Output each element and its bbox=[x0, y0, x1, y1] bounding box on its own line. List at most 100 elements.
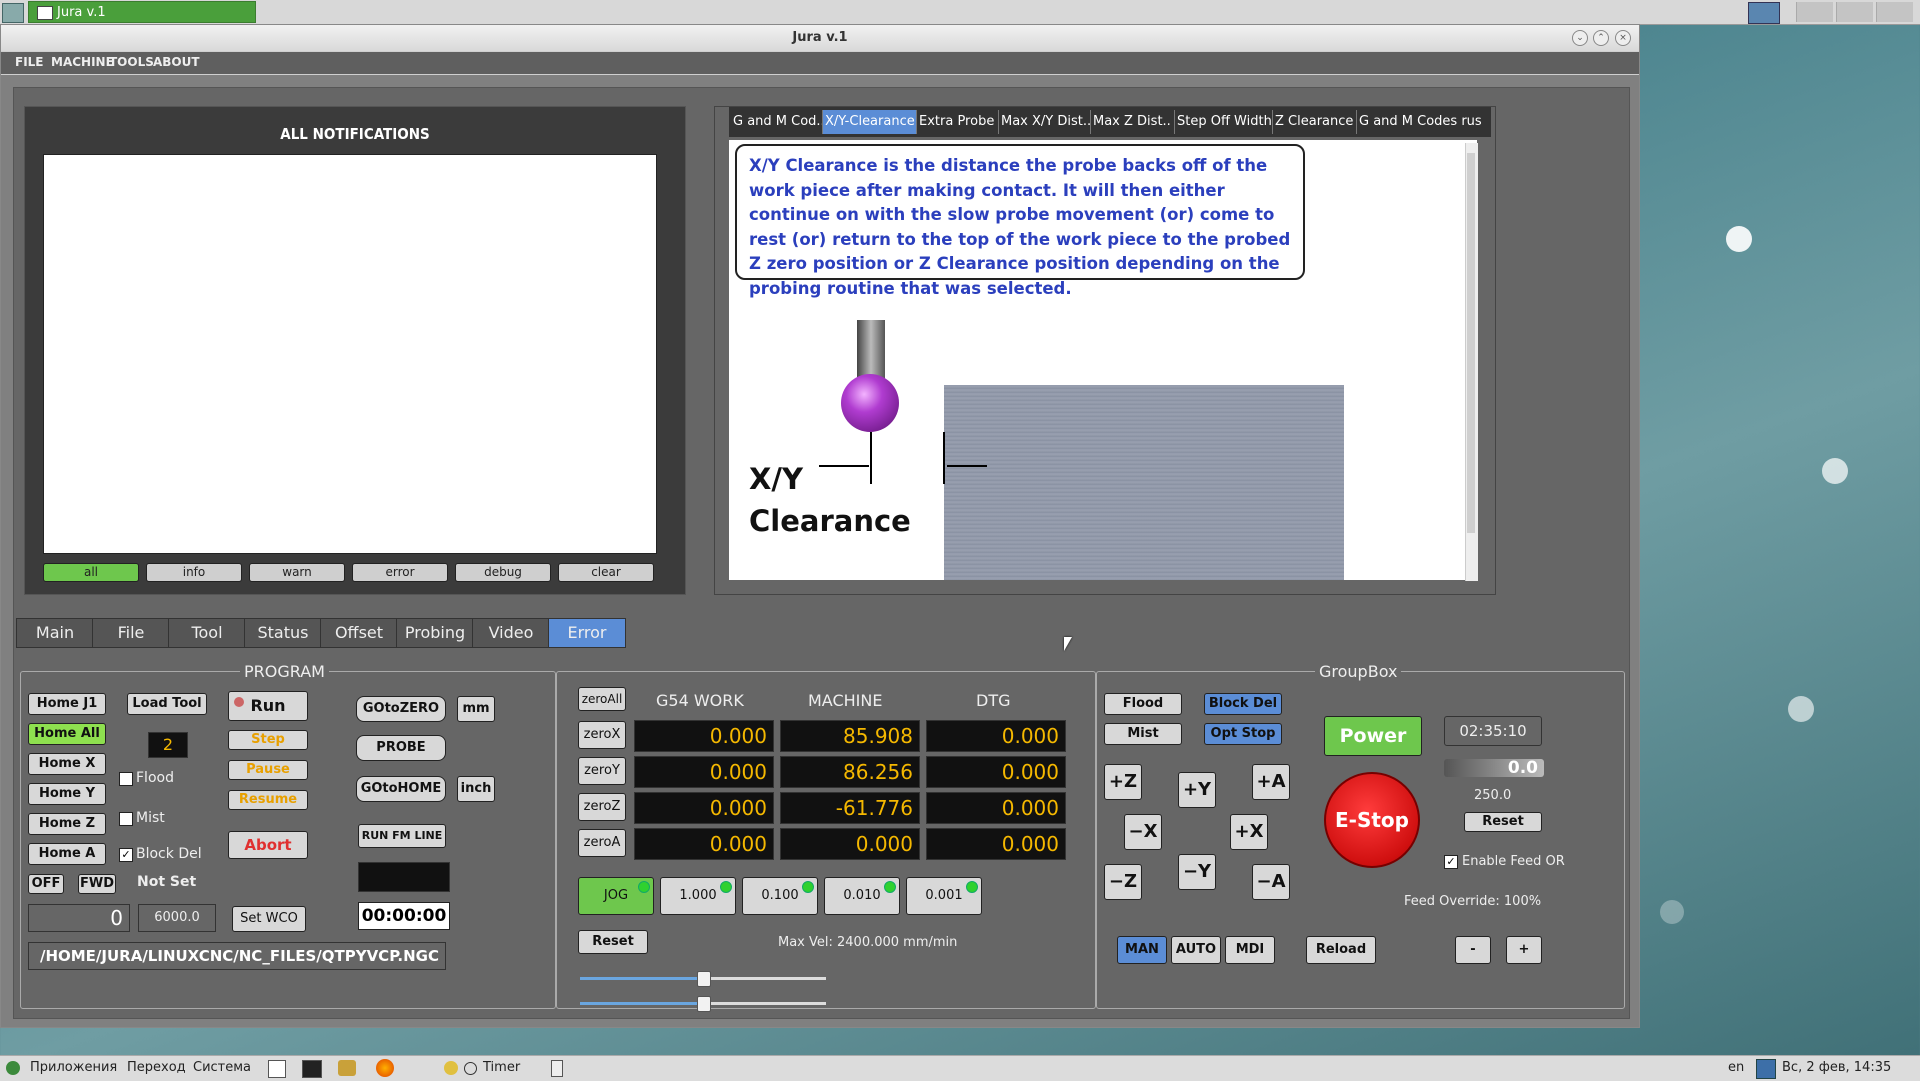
inch-button[interactable]: inch bbox=[457, 776, 495, 802]
mode-man-button[interactable]: MAN bbox=[1117, 936, 1167, 964]
zero-a-button[interactable]: zeroA bbox=[578, 829, 626, 857]
block-del-button[interactable]: Block Del bbox=[1204, 693, 1282, 715]
jog-step-0001[interactable]: 0.001 bbox=[906, 877, 982, 915]
jog-plus-a-button[interactable]: +A bbox=[1252, 764, 1290, 800]
tab-error[interactable]: Error bbox=[548, 618, 626, 648]
jog-plus-z-button[interactable]: +Z bbox=[1104, 764, 1142, 800]
notifications-list[interactable] bbox=[43, 154, 657, 554]
feed-reset-button[interactable]: Reset bbox=[1464, 812, 1542, 832]
reload-button[interactable]: Reload bbox=[1306, 936, 1376, 964]
home-x-button[interactable]: Home X bbox=[28, 753, 106, 775]
menu-machine[interactable]: MACHINE bbox=[51, 55, 114, 69]
home-j1-button[interactable]: Home J1 bbox=[28, 693, 106, 715]
workspace-4[interactable] bbox=[1876, 2, 1913, 22]
tab-status[interactable]: Status bbox=[244, 618, 322, 648]
minimize-button[interactable]: ⌄ bbox=[1572, 30, 1588, 46]
timer-icon[interactable] bbox=[444, 1061, 458, 1075]
feed-velocity-slider-handle[interactable] bbox=[697, 996, 711, 1012]
tab-extra-probe[interactable]: Extra Probe bbox=[917, 110, 999, 134]
jog-plus-y-button[interactable]: +Y bbox=[1178, 772, 1216, 808]
jog-step-1000[interactable]: 1.000 bbox=[660, 877, 736, 915]
jog-minus-y-button[interactable]: −Y bbox=[1178, 854, 1216, 890]
workspace-2[interactable] bbox=[1796, 2, 1833, 22]
spindle-setpoint-input[interactable]: 6000.0 bbox=[138, 904, 216, 932]
tab-probing[interactable]: Probing bbox=[396, 618, 474, 648]
tab-max-xy-dist[interactable]: Max X/Y Dist.. bbox=[999, 110, 1091, 134]
zero-all-button[interactable]: zeroAll bbox=[578, 687, 626, 711]
opt-stop-button[interactable]: Opt Stop bbox=[1204, 723, 1282, 745]
tab-main[interactable]: Main bbox=[16, 618, 94, 648]
filter-info-button[interactable]: info bbox=[146, 563, 242, 582]
pause-button[interactable]: Pause bbox=[228, 760, 308, 780]
jog-mode-button[interactable]: JOG bbox=[578, 877, 654, 915]
probe-button[interactable]: PROBE bbox=[356, 735, 446, 761]
jog-step-0010[interactable]: 0.010 bbox=[824, 877, 900, 915]
close-button[interactable]: × bbox=[1615, 30, 1631, 46]
tab-g-m-codes[interactable]: G and M Cod.. bbox=[731, 110, 823, 134]
timer-applet[interactable]: Timer bbox=[483, 1060, 520, 1075]
jog-velocity-slider-handle[interactable] bbox=[697, 971, 711, 987]
tab-tool[interactable]: Tool bbox=[168, 618, 246, 648]
menu-about[interactable]: ABOUT bbox=[153, 55, 200, 69]
jog-minus-a-button[interactable]: −A bbox=[1252, 864, 1290, 900]
tab-xy-clearance[interactable]: X/Y-Clearance bbox=[823, 110, 917, 134]
block-del-checkbox[interactable]: ✓ bbox=[119, 848, 133, 862]
home-y-button[interactable]: Home Y bbox=[28, 783, 106, 805]
mist-button[interactable]: Mist bbox=[1104, 723, 1182, 745]
enable-feed-or-checkbox[interactable]: ✓ bbox=[1444, 855, 1458, 869]
run-from-line-button[interactable]: RUN FM LINE bbox=[358, 824, 446, 848]
mode-auto-button[interactable]: AUTO bbox=[1171, 936, 1221, 964]
jog-plus-x-button[interactable]: +X bbox=[1230, 814, 1268, 850]
clear-button[interactable]: clear bbox=[558, 563, 654, 582]
keyboard-layout[interactable]: en bbox=[1728, 1060, 1744, 1075]
goto-home-button[interactable]: GOtoHOME bbox=[356, 776, 446, 802]
filter-all-button[interactable]: all bbox=[43, 563, 139, 582]
feed-plus-button[interactable]: + bbox=[1506, 936, 1542, 964]
run-from-line-input[interactable] bbox=[358, 862, 450, 892]
desktop-switcher-icon[interactable] bbox=[1748, 2, 1780, 24]
mist-checkbox[interactable] bbox=[119, 812, 133, 826]
network-icon[interactable] bbox=[1756, 1059, 1776, 1079]
estop-button[interactable]: E-Stop bbox=[1324, 772, 1420, 868]
filter-warn-button[interactable]: warn bbox=[249, 563, 345, 582]
flood-checkbox[interactable] bbox=[119, 772, 133, 786]
tab-step-off-width[interactable]: Step Off Width bbox=[1175, 110, 1273, 134]
flood-button[interactable]: Flood bbox=[1104, 693, 1182, 715]
applications-menu[interactable]: Приложения bbox=[30, 1060, 117, 1075]
maximize-button[interactable]: ⌃ bbox=[1593, 30, 1609, 46]
tab-offset[interactable]: Offset bbox=[320, 618, 398, 648]
jog-minus-x-button[interactable]: −X bbox=[1124, 814, 1162, 850]
firefox-icon[interactable] bbox=[376, 1059, 394, 1077]
menu-file[interactable]: FILE bbox=[15, 55, 44, 69]
run-button[interactable]: Run bbox=[228, 691, 308, 721]
taskbar-app-jura[interactable]: Jura v.1 bbox=[28, 1, 256, 23]
menu-tools[interactable]: TOOLS bbox=[109, 55, 154, 69]
load-tool-button[interactable]: Load Tool bbox=[127, 693, 207, 715]
system-menu[interactable]: Система bbox=[193, 1060, 251, 1075]
tab-z-clearance[interactable]: Z Clearance bbox=[1273, 110, 1357, 134]
mode-mdi-button[interactable]: MDI bbox=[1225, 936, 1275, 964]
places-menu[interactable]: Переход bbox=[127, 1060, 186, 1075]
tab-g-m-codes-rus[interactable]: G and M Codes rus bbox=[1357, 110, 1489, 134]
terminal-icon[interactable] bbox=[302, 1060, 322, 1078]
zero-z-button[interactable]: zeroZ bbox=[578, 793, 626, 821]
datetime[interactable]: Вс, 2 фев, 14:35 bbox=[1782, 1060, 1891, 1075]
menu-icon[interactable] bbox=[2, 3, 24, 23]
filter-error-button[interactable]: error bbox=[352, 563, 448, 582]
power-button[interactable]: Power bbox=[1324, 716, 1422, 756]
set-wco-button[interactable]: Set WCO bbox=[232, 906, 306, 932]
goto-zero-button[interactable]: GOtoZERO bbox=[356, 696, 446, 722]
step-button[interactable]: Step bbox=[228, 730, 308, 750]
abort-button[interactable]: Abort bbox=[228, 831, 308, 859]
home-all-button[interactable]: Home All bbox=[28, 723, 106, 745]
zero-y-button[interactable]: zeroY bbox=[578, 757, 626, 785]
tab-max-z-dist[interactable]: Max Z Dist.. bbox=[1091, 110, 1175, 134]
linuxcnc-icon[interactable] bbox=[338, 1060, 356, 1076]
spindle-off-button[interactable]: OFF bbox=[28, 874, 64, 894]
mm-button[interactable]: mm bbox=[457, 696, 495, 722]
zero-x-button[interactable]: zeroX bbox=[578, 721, 626, 749]
home-a-button[interactable]: Home A bbox=[28, 843, 106, 865]
feed-minus-button[interactable]: - bbox=[1455, 936, 1491, 964]
spindle-fwd-button[interactable]: FWD bbox=[78, 874, 116, 894]
filter-debug-button[interactable]: debug bbox=[455, 563, 551, 582]
